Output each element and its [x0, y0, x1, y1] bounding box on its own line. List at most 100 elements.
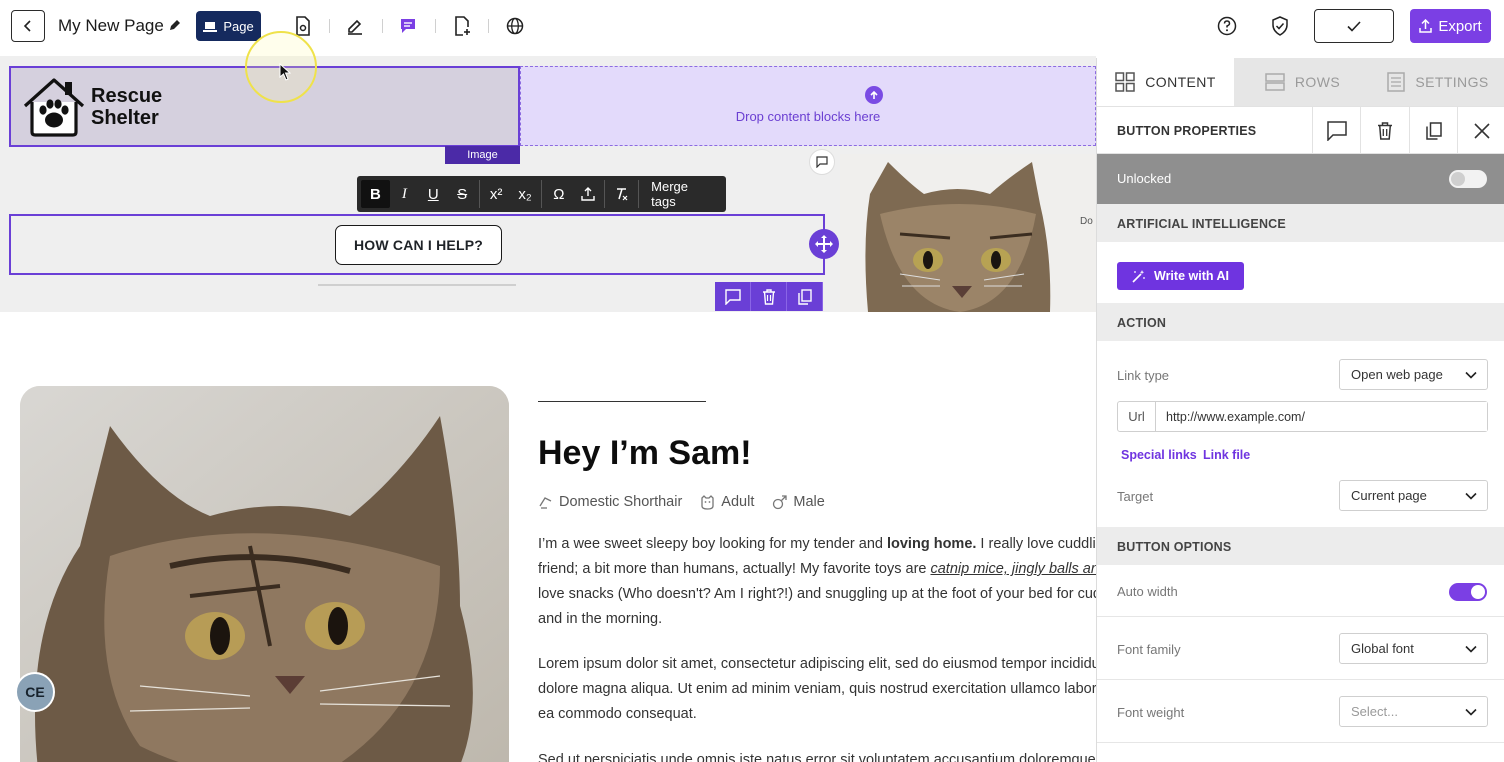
tab-settings-label: SETTINGS: [1415, 74, 1489, 90]
subscript-button[interactable]: x₂: [511, 180, 540, 208]
write-with-ai-button[interactable]: Write with AI: [1117, 262, 1244, 290]
format-divider: [638, 180, 640, 208]
toolbar-divider: [488, 19, 489, 33]
globe-icon[interactable]: [504, 15, 526, 37]
button-options-section-header: BUTTON OPTIONS: [1097, 527, 1504, 565]
target-select[interactable]: Current page: [1339, 480, 1488, 511]
para2-text: ea commodo consequat.: [538, 706, 697, 722]
tab-settings[interactable]: SETTINGS: [1371, 58, 1504, 106]
url-input[interactable]: [1156, 402, 1487, 431]
paw-icon: [539, 496, 552, 509]
font-family-select[interactable]: Global font: [1339, 633, 1488, 664]
move-icon: [815, 235, 833, 253]
para1-text: and in the morning.: [538, 611, 663, 627]
chevron-down-icon: [1465, 708, 1477, 716]
link-type-label: Link type: [1117, 368, 1170, 383]
toolbar-divider: [435, 19, 436, 33]
auto-width-label: Auto width: [1117, 584, 1178, 599]
merge-tags-button[interactable]: Merge tags: [641, 179, 726, 209]
how-can-i-help-button[interactable]: HOW CAN I HELP?: [335, 225, 502, 265]
help-icon[interactable]: [1216, 15, 1238, 37]
save-button[interactable]: [1314, 9, 1394, 43]
special-links-button[interactable]: Special links: [1121, 448, 1197, 462]
duplicate-block-button[interactable]: [787, 282, 823, 311]
bold-button[interactable]: B: [361, 180, 390, 208]
lock-bar: Unlocked: [1097, 154, 1504, 204]
trash-icon: [762, 288, 775, 305]
page-title[interactable]: My New Page: [58, 16, 164, 36]
link-file-button[interactable]: Link file: [1203, 448, 1250, 462]
pencil-icon[interactable]: [168, 18, 182, 32]
button-block-selected[interactable]: HOW CAN I HELP?: [9, 214, 825, 275]
font-weight-placeholder: Select...: [1351, 704, 1398, 719]
duplicate-button[interactable]: [1409, 107, 1457, 155]
para1-text: friend; a bit more than humans, actually…: [538, 561, 931, 577]
cat-image-main[interactable]: [20, 386, 509, 762]
profile-heading[interactable]: Hey I’m Sam!: [538, 434, 752, 473]
font-family-label: Font family: [1117, 642, 1181, 657]
cat-face-icon: [701, 494, 714, 510]
sex-label: Male: [793, 494, 825, 510]
trash-icon: [1377, 122, 1392, 140]
cursor-arrow-icon: [279, 63, 291, 81]
para1-text: I really love cuddling: [980, 536, 1096, 552]
italic-button[interactable]: I: [390, 180, 419, 208]
lock-toggle[interactable]: [1449, 170, 1487, 188]
close-icon: [1473, 123, 1490, 139]
clear-format-icon[interactable]: [607, 180, 636, 208]
para1-text: love snacks (Who doesn't? Am I right?!) …: [538, 586, 1096, 602]
add-comment-button[interactable]: [809, 149, 835, 175]
para1-link[interactable]: catnip mice, jingly balls and: [930, 561, 1096, 577]
shield-check-icon[interactable]: [1269, 15, 1291, 37]
ai-section-title: ARTIFICIAL INTELLIGENCE: [1117, 217, 1286, 231]
drop-zone[interactable]: Drop content blocks here: [520, 66, 1096, 146]
page-button-label: Page: [223, 18, 254, 34]
link-type-value: Open web page: [1351, 367, 1443, 382]
avatar[interactable]: CE: [15, 672, 55, 712]
underline-button[interactable]: U: [419, 180, 448, 208]
page-button[interactable]: Page: [196, 11, 261, 41]
para2-text: dolore magna aliqua. Ut enim ad minim ve…: [538, 681, 1096, 697]
link-type-select[interactable]: Open web page: [1339, 359, 1488, 390]
copy-icon: [1425, 122, 1442, 140]
arrow-up-circle-icon: [865, 86, 883, 104]
back-button[interactable]: [11, 10, 45, 42]
row-divider: [1097, 742, 1504, 743]
breed-label: Domestic Shorthair: [559, 494, 683, 510]
profile-paragraph-2[interactable]: Lorem ipsum dolor sit amet, consectetur …: [538, 652, 1096, 727]
close-button[interactable]: [1457, 107, 1504, 155]
chevron-down-icon: [1465, 645, 1477, 653]
comment-block-button[interactable]: [715, 282, 751, 311]
insert-icon[interactable]: [573, 180, 602, 208]
tab-content[interactable]: CONTENT: [1097, 58, 1234, 106]
panel-tabs: CONTENT ROWS SETTINGS: [1097, 58, 1504, 106]
delete-block-button[interactable]: [751, 282, 787, 311]
auto-width-toggle[interactable]: [1449, 583, 1487, 601]
properties-header: BUTTON PROPERTIES: [1097, 106, 1504, 155]
format-divider: [478, 180, 480, 208]
superscript-button[interactable]: x²: [482, 180, 511, 208]
font-family-value: Global font: [1351, 641, 1414, 656]
special-char-button[interactable]: Ω: [544, 180, 573, 208]
properties-title: BUTTON PROPERTIES: [1117, 124, 1257, 138]
export-button[interactable]: Export: [1410, 9, 1491, 43]
para1-bold: loving home.: [886, 536, 977, 552]
tab-rows[interactable]: ROWS: [1234, 58, 1371, 106]
comments-icon[interactable]: [397, 15, 419, 37]
highlighter-icon[interactable]: [344, 15, 366, 37]
move-handle[interactable]: [809, 229, 839, 259]
logo-text-line2: Shelter: [91, 107, 159, 129]
button-options-title: BUTTON OPTIONS: [1117, 540, 1232, 554]
cat-image-top[interactable]: [840, 154, 1096, 312]
font-weight-label: Font weight: [1117, 705, 1185, 720]
add-page-icon[interactable]: [451, 15, 473, 37]
profile-paragraph-1[interactable]: I’m a wee sweet sleepy boy looking for m…: [538, 532, 1096, 632]
magic-wand-icon: [1132, 270, 1145, 283]
comment-button[interactable]: [1312, 107, 1360, 155]
font-weight-select[interactable]: Select...: [1339, 696, 1488, 727]
rescue-shelter-logo: [23, 78, 85, 137]
strikethrough-button[interactable]: S: [448, 180, 477, 208]
side-label: Do: [1080, 216, 1093, 227]
profile-paragraph-3[interactable]: Sed ut perspiciatis unde omnis iste natu…: [538, 748, 1096, 762]
delete-button[interactable]: [1360, 107, 1408, 155]
